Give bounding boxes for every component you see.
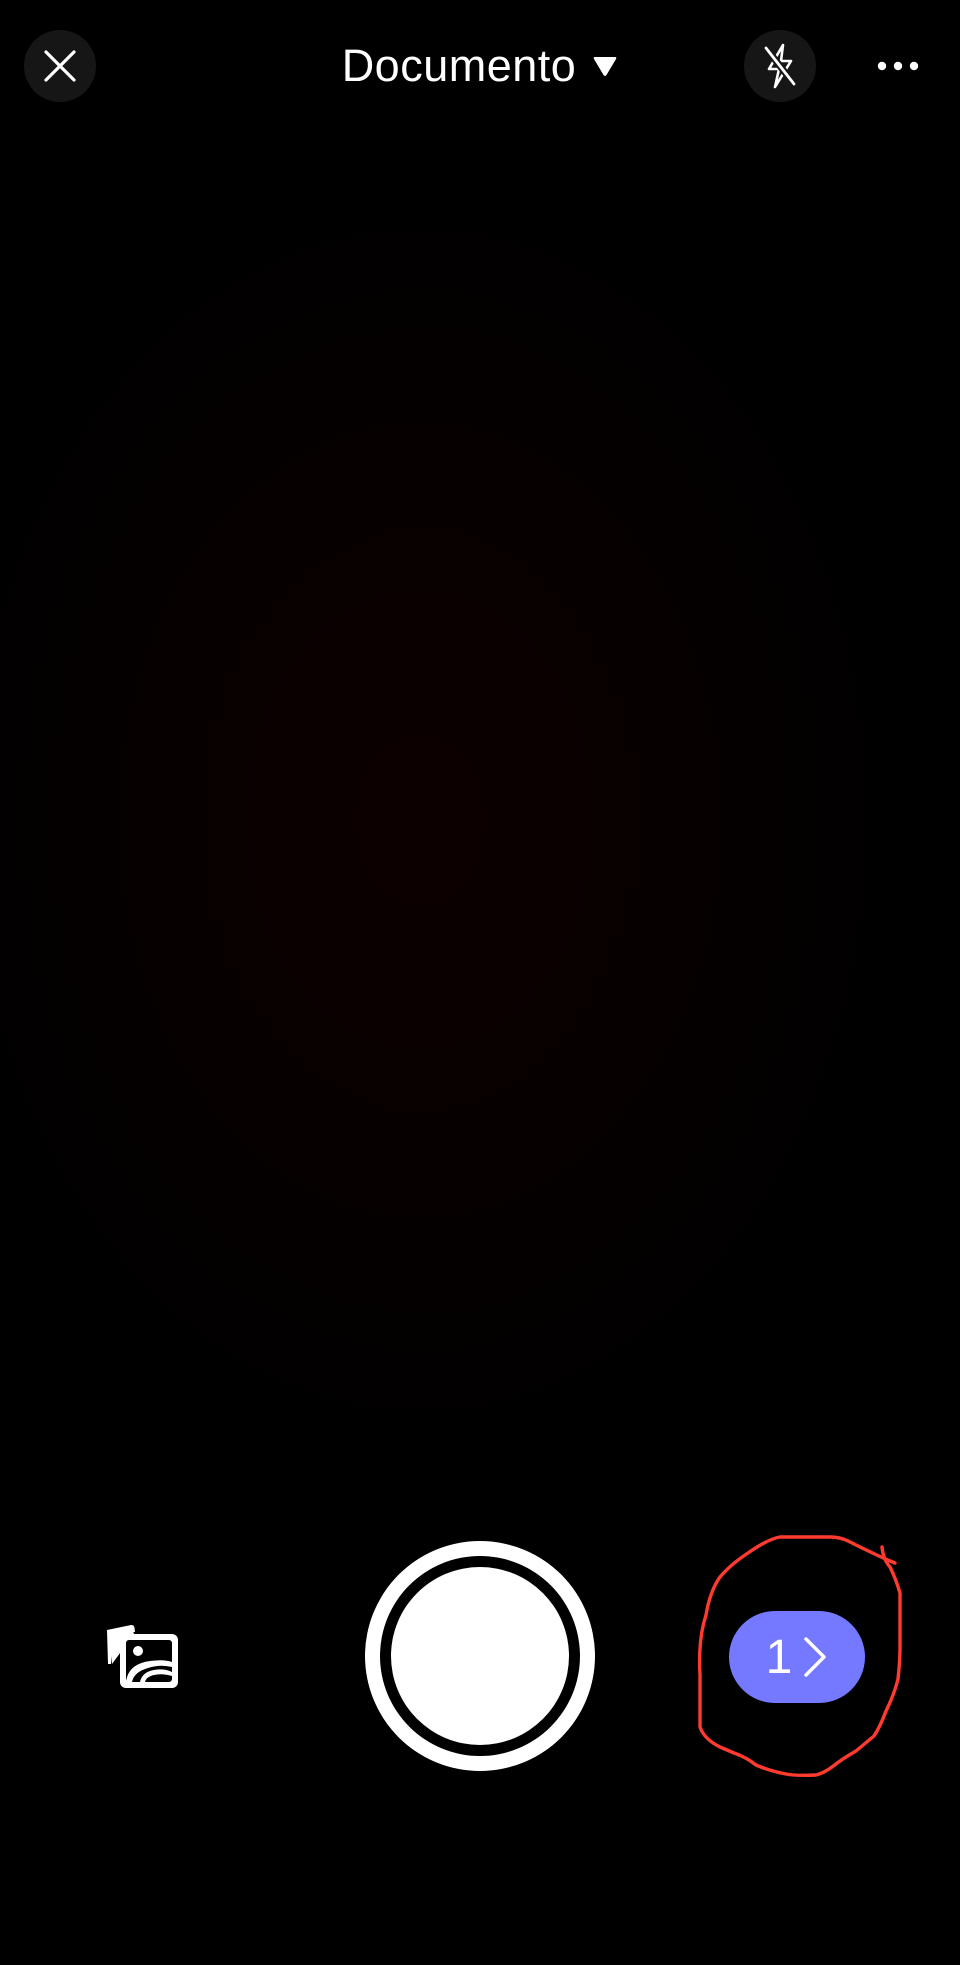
pages-count: 1: [765, 1631, 793, 1684]
chevron-right-icon: [804, 1637, 827, 1677]
flash-off-icon: [763, 43, 797, 89]
more-horizontal-icon: [877, 61, 919, 71]
photo-library-icon: [107, 1624, 178, 1688]
flash-toggle-button[interactable]: [744, 30, 816, 102]
top-bar: Documento: [0, 0, 960, 132]
shutter-core: [391, 1567, 569, 1745]
photo-library-button[interactable]: [104, 1620, 182, 1692]
close-button[interactable]: [24, 30, 96, 102]
scan-mode-label: Documento: [341, 40, 577, 91]
scan-mode-selector[interactable]: Documento: [300, 30, 660, 102]
more-options-button[interactable]: [862, 30, 934, 102]
captured-pages-button[interactable]: 1: [729, 1611, 865, 1703]
shutter-button[interactable]: [365, 1541, 595, 1771]
close-icon: [44, 50, 76, 82]
triangle-down-icon: [593, 57, 617, 76]
